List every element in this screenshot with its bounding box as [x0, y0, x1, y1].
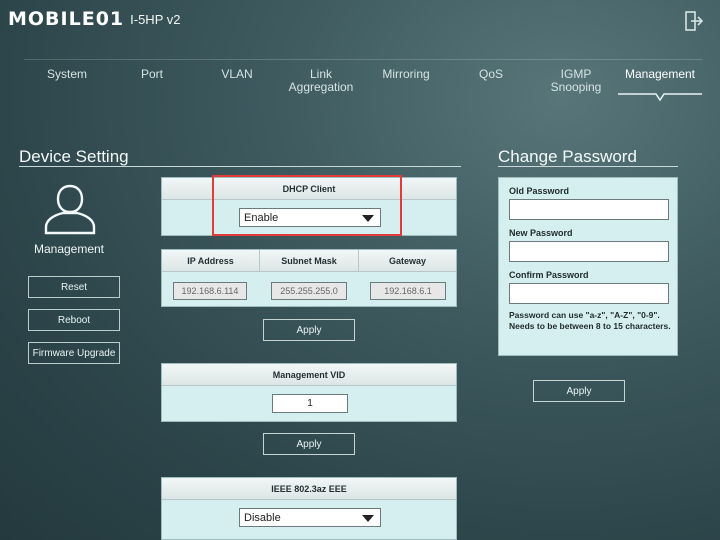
- eee-value: Disable: [244, 511, 281, 524]
- management-label: Management: [33, 242, 105, 256]
- tab-port[interactable]: Port: [132, 68, 172, 81]
- tab-system[interactable]: System: [44, 68, 90, 81]
- subnet-mask-header: Subnet Mask: [260, 250, 359, 272]
- eee-header: IEEE 802.3az EEE: [162, 478, 456, 500]
- brand-logo: MOBILE01: [8, 8, 125, 30]
- chevron-down-icon: [362, 515, 374, 522]
- logout-icon[interactable]: [684, 10, 704, 32]
- gateway-field[interactable]: 192.168.6.1: [370, 282, 446, 300]
- tab-qos[interactable]: QoS: [471, 68, 511, 81]
- management-vid-panel: Management VID 1: [161, 363, 457, 422]
- new-password-input[interactable]: [509, 241, 669, 262]
- main-nav: System Port VLAN Link Aggregation Mirror…: [24, 60, 702, 102]
- user-icon: [44, 184, 96, 235]
- vid-apply-button[interactable]: Apply: [263, 433, 355, 455]
- brand-bar: MOBILE01 I-5HP v2: [8, 6, 180, 32]
- tab-igmp-snooping[interactable]: IGMP Snooping: [546, 68, 606, 94]
- eee-panel: IEEE 802.3az EEE Disable: [161, 477, 457, 540]
- eee-select[interactable]: Disable: [239, 508, 381, 527]
- confirm-password-label: Confirm Password: [509, 270, 589, 280]
- ip-address-header: IP Address: [162, 250, 260, 272]
- tab-vlan[interactable]: VLAN: [217, 68, 257, 81]
- old-password-label: Old Password: [509, 186, 570, 196]
- ip-settings-panel: IP Address Subnet Mask Gateway 192.168.6…: [161, 249, 457, 307]
- password-rules-note: Password can use "a-z", "A-Z", "0-9". Ne…: [509, 310, 671, 331]
- ip-address-field[interactable]: 192.168.6.114: [173, 282, 247, 300]
- subnet-mask-field[interactable]: 255.255.255.0: [271, 282, 347, 300]
- tab-link-aggregation[interactable]: Link Aggregation: [286, 68, 356, 94]
- tab-mirroring[interactable]: Mirroring: [380, 68, 432, 81]
- device-setting-underline: [19, 166, 461, 167]
- old-password-input[interactable]: [509, 199, 669, 220]
- management-vid-input[interactable]: 1: [272, 394, 348, 413]
- ip-apply-button[interactable]: Apply: [263, 319, 355, 341]
- reboot-button[interactable]: Reboot: [28, 309, 120, 331]
- change-password-title: Change Password: [498, 147, 637, 166]
- change-password-underline: [498, 166, 678, 167]
- active-tab-indicator: [618, 93, 702, 102]
- new-password-label: New Password: [509, 228, 573, 238]
- firmware-upgrade-button[interactable]: Firmware Upgrade: [28, 342, 120, 364]
- management-vid-header: Management VID: [162, 364, 456, 386]
- gateway-header: Gateway: [359, 250, 456, 272]
- password-apply-button[interactable]: Apply: [533, 380, 625, 402]
- reset-button[interactable]: Reset: [28, 276, 120, 298]
- model-name: I-5HP v2: [130, 11, 181, 27]
- highlight-box: [212, 175, 402, 236]
- device-setting-title: Device Setting: [19, 147, 129, 166]
- confirm-password-input[interactable]: [509, 283, 669, 304]
- tab-management[interactable]: Management: [624, 68, 696, 81]
- change-password-panel: Old Password New Password Confirm Passwo…: [498, 177, 678, 356]
